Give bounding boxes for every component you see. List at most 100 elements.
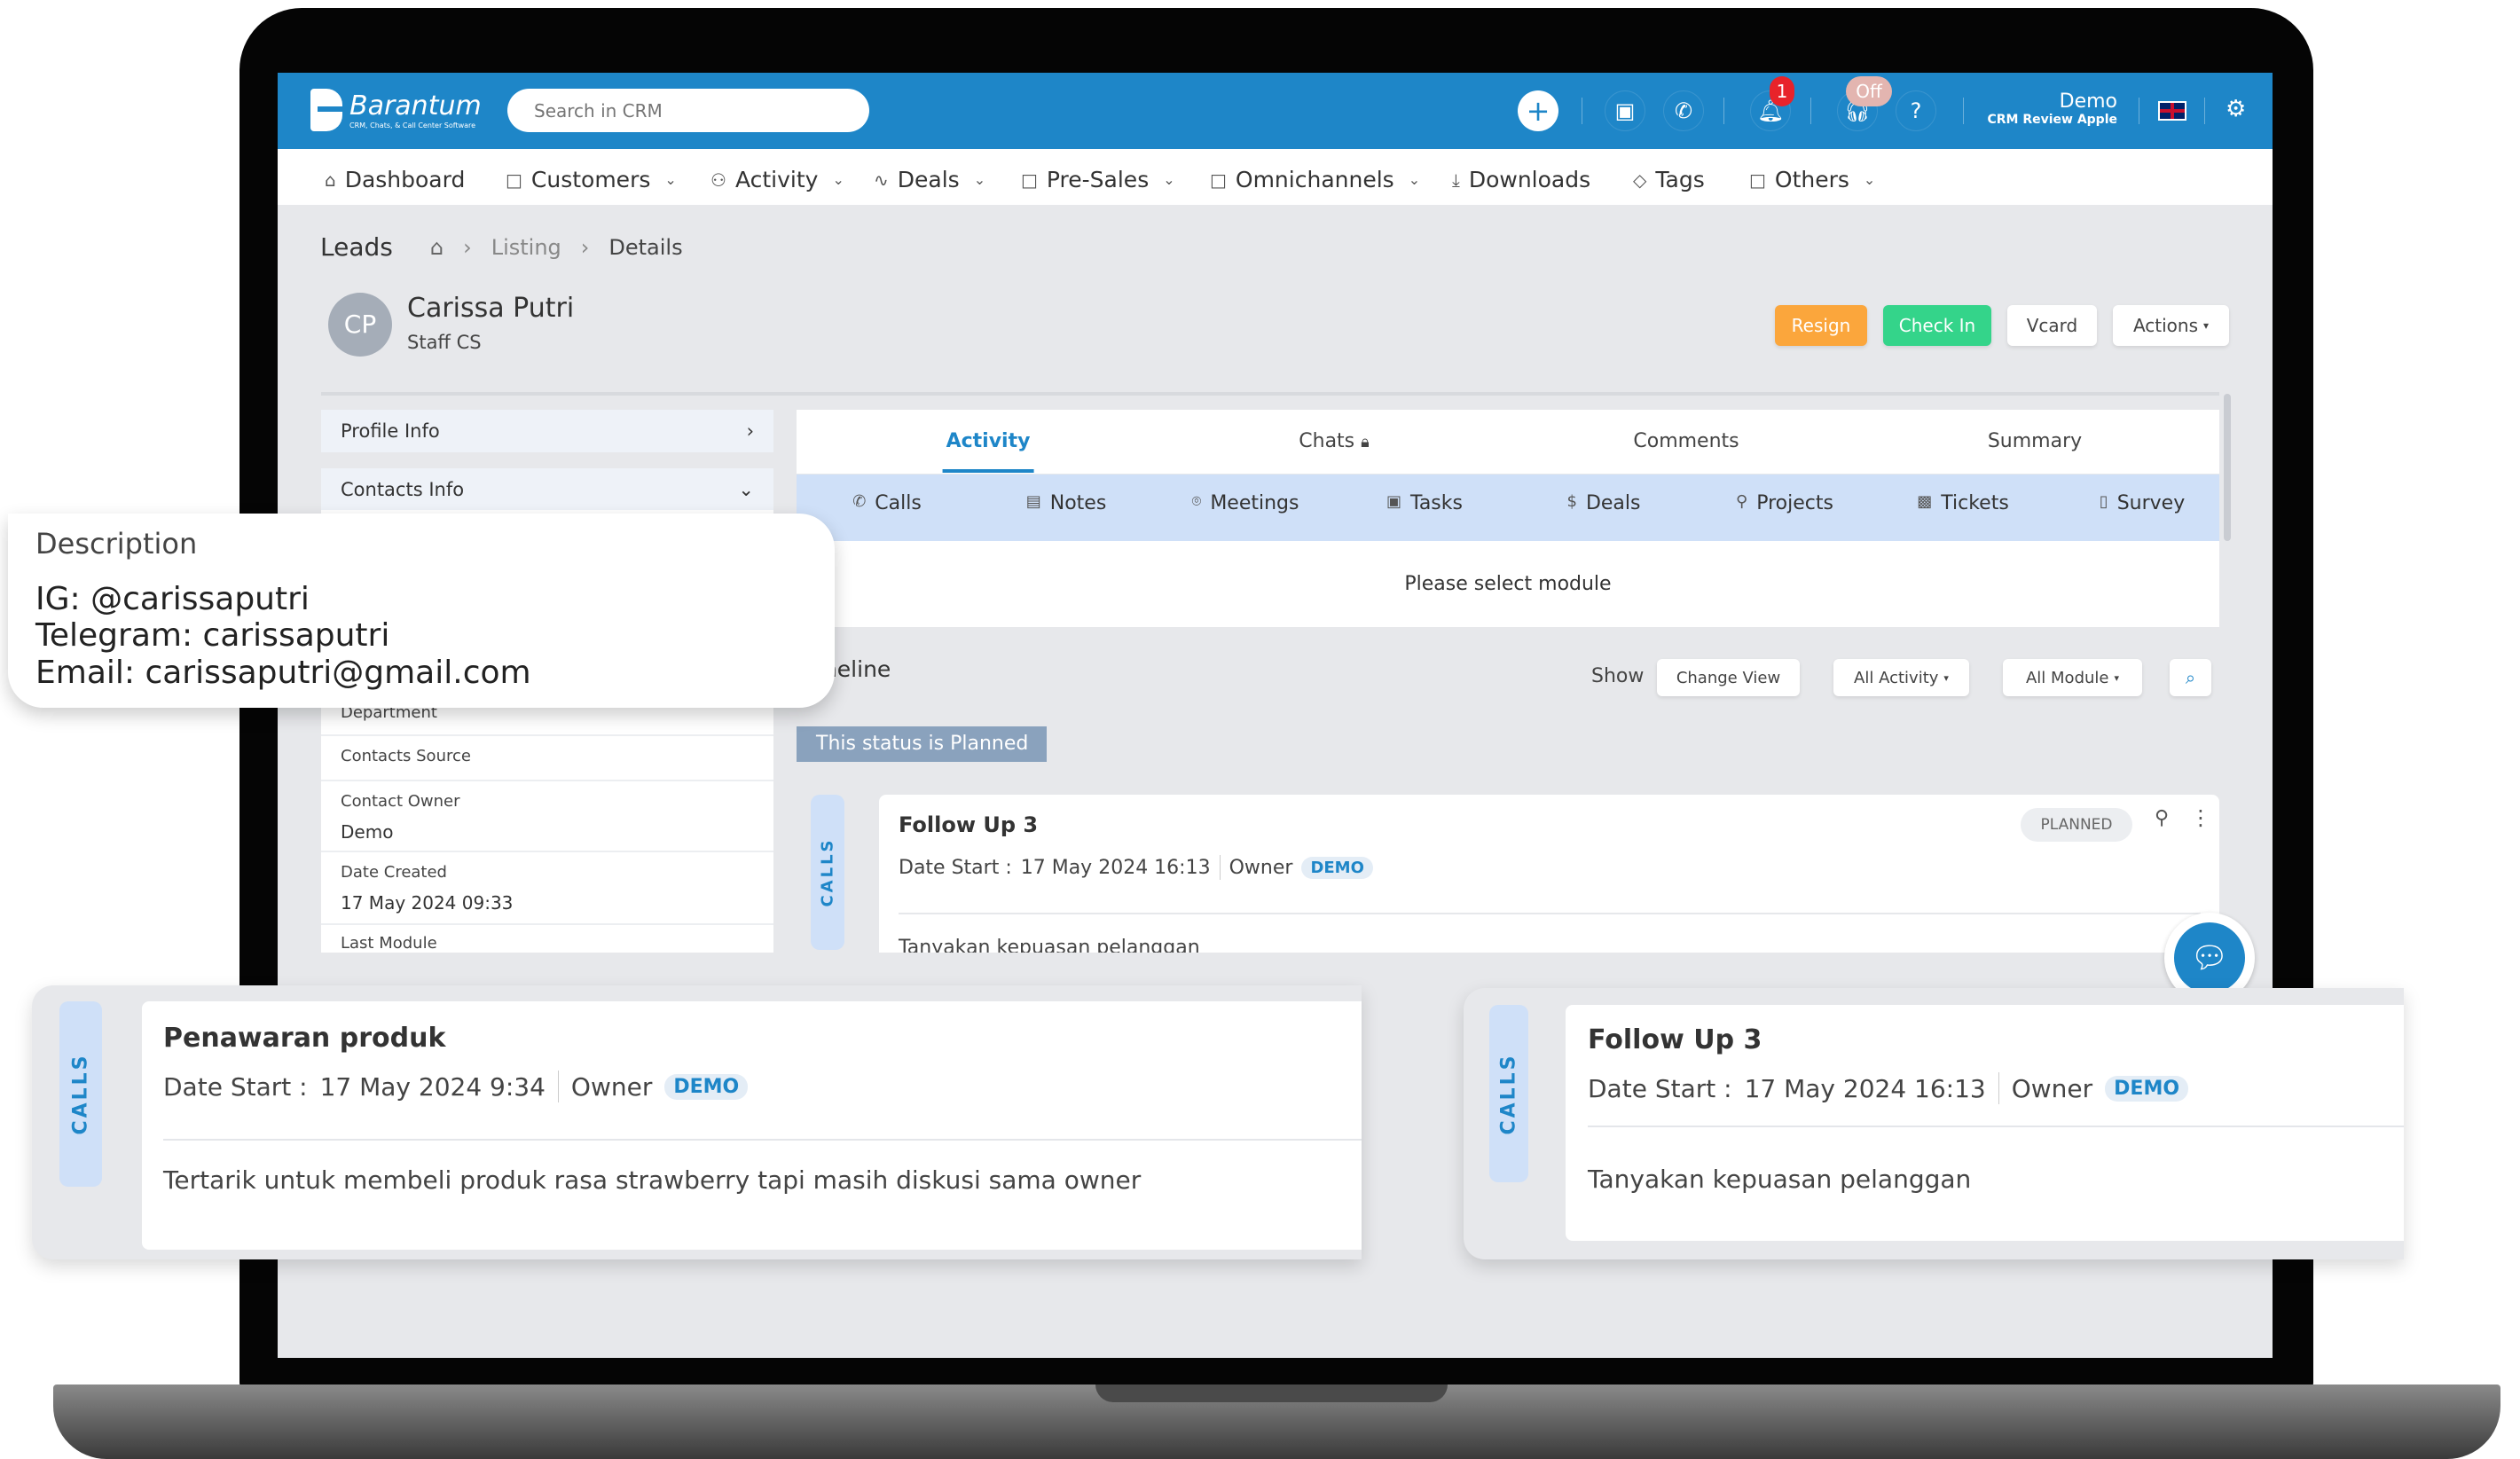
check-in-button[interactable]: Check In [1883, 305, 1991, 346]
subtab-projects[interactable]: ⚲ Projects [1736, 492, 1833, 514]
phone-icon: ✆ [852, 492, 867, 511]
tab-activity[interactable]: Activity [942, 430, 1034, 473]
divider [163, 1139, 1362, 1141]
home-icon[interactable]: ⌂ [430, 235, 444, 260]
help-icon[interactable]: ? [1896, 90, 1936, 131]
activity-meta: Date Start :17 May 2024 16:13 Owner DEMO [1588, 1072, 2189, 1104]
activity-card[interactable]: Penawaran produk Date Start :17 May 2024… [142, 1001, 1362, 1250]
change-view-button[interactable]: Change View [1657, 659, 1800, 696]
contact-name: Carissa Putri [407, 293, 575, 324]
actions-dropdown[interactable]: Actions ▾ [2113, 305, 2229, 346]
overlay-activity-card: CALLS Penawaran produk Date Start :17 Ma… [32, 985, 1362, 1259]
pin-icon[interactable]: ⚲ [2155, 807, 2169, 829]
subtab-tasks[interactable]: ▣ Tasks [1386, 492, 1463, 514]
pulse-icon: ∿ [874, 169, 889, 191]
nav-omnichannels[interactable]: □ Omnichannels ⌄ [1210, 167, 1420, 192]
chevron-down-icon: ⌄ [832, 171, 844, 188]
breadcrumb-separator: › [580, 234, 590, 260]
nav-pre-sales[interactable]: □ Pre-Sales ⌄ [1021, 167, 1175, 192]
contacts-info-toggle[interactable]: Contacts Info ⌄ [321, 468, 773, 510]
chevron-right-icon: › [746, 420, 754, 442]
document-icon: ▯ [2099, 492, 2108, 511]
chevron-down-icon: ⌄ [1408, 171, 1421, 188]
nav-dashboard[interactable]: ⌂ Dashboard [325, 167, 465, 192]
page-title: Leads [320, 232, 393, 262]
divider [1963, 98, 1964, 124]
description-line: Telegram: carissaputri [35, 617, 390, 654]
nav-tags[interactable]: ◇ Tags [1633, 167, 1705, 192]
chat-icon[interactable]: ▣ [1605, 90, 1645, 131]
chevron-down-icon: ⌄ [973, 171, 986, 188]
nav-deals[interactable]: ∿ Deals ⌄ [874, 167, 985, 192]
module-content: Please select module [797, 541, 2219, 627]
top-header: Barantum CRM, Chats, & Call Center Softw… [278, 73, 2273, 149]
more-options-icon[interactable]: ⋮ [2190, 805, 2211, 830]
activity-card[interactable]: Follow Up 3 Date Start :17 May 2024 16:1… [1566, 1005, 2404, 1241]
owner-badge: DEMO [1301, 856, 1373, 879]
activity-meta: Date Start :17 May 2024 16:13 Owner DEMO [899, 855, 1373, 880]
agent-status-badge[interactable]: Off [1846, 76, 1892, 106]
field-contacts-source: Contacts Source [321, 736, 773, 781]
user-company: CRM Review Apple [1987, 113, 2117, 127]
subtab-notes[interactable]: ▤ Notes [1026, 492, 1107, 514]
briefcase-icon: ▣ [1386, 492, 1402, 511]
scrollbar[interactable] [2224, 394, 2231, 541]
laptop-notch [1095, 1384, 1448, 1402]
notification-badge: 1 [1770, 76, 1794, 106]
module-prompt: Please select module [1404, 573, 1612, 595]
user-menu[interactable]: Demo CRM Review Apple [1987, 90, 2117, 127]
chevron-down-icon: ▾ [2114, 671, 2120, 684]
subtab-survey[interactable]: ▯ Survey [2100, 492, 2185, 514]
breadcrumb: Leads ⌂ › Listing › Details [320, 232, 683, 262]
logo[interactable]: Barantum CRM, Chats, & Call Center Softw… [310, 89, 482, 131]
resign-button[interactable]: Resign [1775, 305, 1867, 346]
breadcrumb-listing[interactable]: Listing [491, 235, 561, 260]
calls-type-strip: CALLS [59, 1001, 102, 1187]
gear-icon[interactable]: ⚙ [2226, 96, 2246, 122]
module-subtabs: ✆ Calls ▤ Notes ⌾ Meetings ▣ Tasks $ Deals ⚲ P… [797, 475, 2219, 541]
chevron-down-icon: ▾ [1943, 671, 1949, 684]
status-banner: This status is Planned [797, 726, 1047, 762]
activity-description: Tanyakan kepuasan pelanggan [1588, 1165, 1972, 1194]
nav-customers[interactable]: □ Customers ⌄ [506, 167, 677, 192]
phone-icon[interactable]: ✆ [1663, 90, 1704, 131]
note-icon: ▤ [1025, 492, 1041, 511]
search-button[interactable]: ⌕ [2170, 659, 2211, 696]
chevron-down-icon: ⌄ [1163, 171, 1175, 188]
description-line: Email: carissaputri@gmail.com [35, 655, 531, 691]
tab-summary[interactable]: Summary [1988, 430, 2082, 452]
activity-card[interactable]: Follow Up 3 Date Start :17 May 2024 16:1… [879, 795, 2219, 953]
all-activity-dropdown[interactable]: All Activity ▾ [1833, 659, 1969, 696]
subtab-deals[interactable]: $ Deals [1567, 492, 1641, 514]
activity-title: Follow Up 3 [899, 812, 1039, 837]
tab-comments[interactable]: Comments [1633, 430, 1739, 452]
ticket-icon: ▩ [1917, 492, 1933, 511]
org-icon: ⚲ [1736, 492, 1748, 511]
nav-others[interactable]: □ Others ⌄ [1749, 167, 1875, 192]
nav-activity[interactable]: ⚇ Activity ⌄ [710, 167, 844, 192]
search-input[interactable] [507, 89, 869, 132]
folder-icon: □ [1021, 169, 1038, 191]
description-title: Description [35, 527, 198, 561]
subtab-tickets[interactable]: ▩ Tickets [1917, 492, 2009, 514]
folder-icon: □ [1749, 169, 1766, 191]
all-module-dropdown[interactable]: All Module ▾ [2003, 659, 2142, 696]
folder-icon: □ [1210, 169, 1227, 191]
contact-role: Staff CS [407, 332, 482, 353]
tab-chats[interactable]: Chats 🔒︎ [1299, 430, 1369, 452]
divider [1219, 855, 1221, 880]
vcard-button[interactable]: Vcard [2007, 305, 2097, 346]
brand-tagline: CRM, Chats, & Call Center Software [349, 122, 476, 129]
subtab-meetings[interactable]: ⌾ Meetings [1192, 492, 1299, 514]
active-tab-indicator [942, 469, 1034, 473]
subtab-calls[interactable]: ✆ Calls [852, 492, 922, 514]
location-icon: ⌾ [1191, 492, 1202, 511]
divider [1588, 1126, 2404, 1127]
nav-downloads[interactable]: ⤓ Downloads [1452, 167, 1590, 192]
status-badge: PLANNED [2021, 808, 2132, 842]
uk-flag-icon[interactable] [2158, 101, 2186, 121]
add-button[interactable]: + [1518, 90, 1558, 131]
download-icon: ⤓ [1452, 169, 1460, 191]
profile-info-toggle[interactable]: Profile Info › [321, 410, 773, 452]
divider [1810, 98, 1811, 124]
